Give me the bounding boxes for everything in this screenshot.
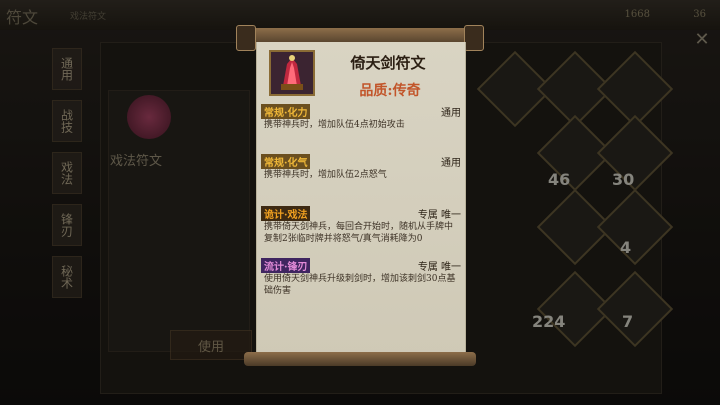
rune-tooltip: 倚天剑符文 品质:传奇 常规·化力 通用 携带神兵时，增加队伍4点初始攻击 常规·…	[256, 42, 466, 358]
quality-label: 品质:传奇	[359, 83, 421, 99]
effect-tag: 流计·锋刃	[261, 257, 311, 273]
effect-section: 常规·化气 通用 携带神兵时，增加队伍2点怒气	[261, 153, 461, 181]
effect-section: 诡计·戏法 专属 唯一 携带倚天剑神兵，每回合开始时，随机从手牌中复制2张临时牌并…	[261, 205, 461, 245]
effect-text: 携带倚天剑神兵，每回合开始时，随机从手牌中复制2张临时牌并将怒气/真气消耗降为0	[264, 222, 454, 244]
scroll-bottom-roller	[244, 352, 476, 366]
effect-scope: 通用	[441, 157, 461, 169]
effect-text: 使用倚天剑神兵升级刺剑时，增加该刺剑30点基础伤害	[264, 274, 456, 296]
effect-tag: 常规·化气	[261, 153, 311, 169]
effect-text: 携带神兵时，增加队伍2点怒气	[264, 170, 387, 180]
effect-scope: 专属 唯一	[417, 261, 461, 273]
effect-section: 流计·锋刃 专属 唯一 使用倚天剑神兵升级刺剑时，增加该刺剑30点基础伤害	[261, 257, 461, 297]
effect-scope: 专属 唯一	[417, 209, 461, 221]
effect-tag: 常规·化力	[261, 103, 311, 119]
tooltip-header: 倚天剑符文 品质:传奇	[263, 46, 459, 99]
item-name: 倚天剑符文	[350, 54, 426, 72]
effect-tag: 诡计·戏法	[261, 205, 311, 221]
effect-text: 携带神兵时，增加队伍4点初始攻击	[264, 120, 405, 130]
effect-section: 常规·化力 通用 携带神兵时，增加队伍4点初始攻击	[261, 103, 461, 131]
effect-scope: 通用	[441, 107, 461, 119]
crystal-rune-icon	[269, 50, 315, 96]
